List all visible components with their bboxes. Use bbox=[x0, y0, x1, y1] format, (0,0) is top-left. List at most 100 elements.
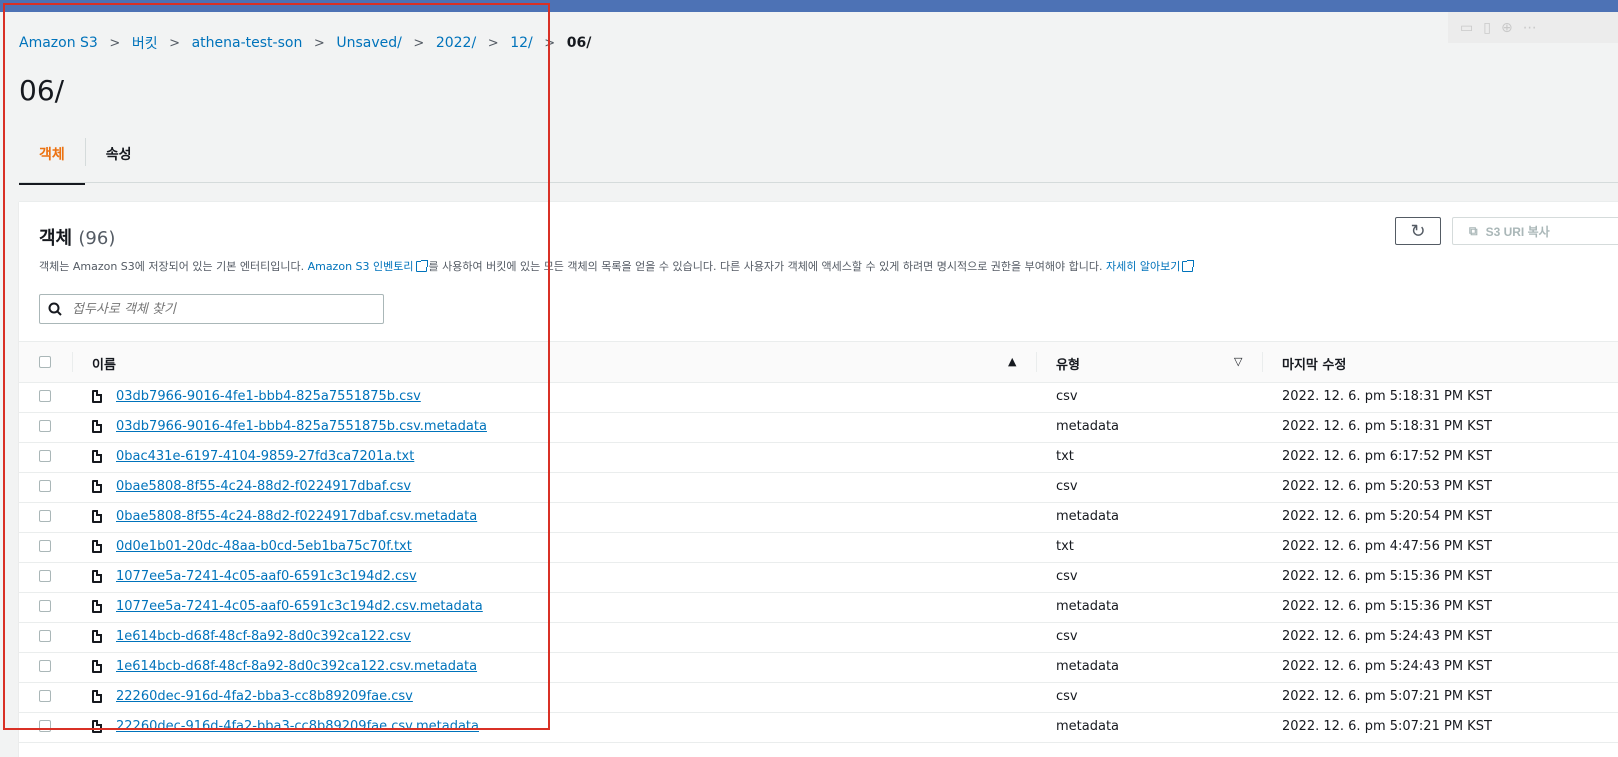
breadcrumb-2022[interactable]: 2022/ bbox=[436, 35, 476, 51]
object-name-link[interactable]: 1077ee5a-7241-4c05-aaf0-6591c3c194d2.csv bbox=[116, 569, 417, 584]
sort-descending-icon[interactable]: ▽ bbox=[1234, 355, 1242, 368]
table-header: 이름 ▲ 유형 ▽ 마지막 수정 bbox=[19, 341, 1618, 383]
tab-bar: 객체 속성 bbox=[19, 138, 152, 185]
object-name-link[interactable]: 1e614bcb-d68f-48cf-8a92-8d0c392ca122.csv bbox=[116, 629, 411, 644]
row-checkbox[interactable] bbox=[39, 450, 51, 462]
object-name-link[interactable]: 0bae5808-8f55-4c24-88d2-f0224917dbaf.csv… bbox=[116, 509, 477, 524]
object-name-link[interactable]: 1077ee5a-7241-4c05-aaf0-6591c3c194d2.csv… bbox=[116, 599, 483, 614]
object-name-link[interactable]: 03db7966-9016-4fe1-bbb4-825a7551875b.csv… bbox=[116, 419, 487, 434]
table-row[interactable]: 0d0e1b01-20dc-48aa-b0cd-5eb1ba75c70f.txt… bbox=[19, 533, 1618, 563]
objects-description: 객체는 Amazon S3에 저장되어 있는 기본 엔터티입니다. Amazon… bbox=[39, 258, 1195, 274]
sort-ascending-icon[interactable]: ▲ bbox=[1008, 355, 1016, 368]
search-input[interactable] bbox=[70, 300, 364, 318]
column-divider bbox=[1262, 352, 1263, 372]
object-last-modified: 2022. 12. 6. pm 5:18:31 PM KST bbox=[1282, 419, 1492, 434]
file-icon bbox=[92, 690, 102, 703]
row-checkbox[interactable] bbox=[39, 600, 51, 612]
row-checkbox[interactable] bbox=[39, 630, 51, 642]
table-row[interactable]: 0bae5808-8f55-4c24-88d2-f0224917dbaf.csv… bbox=[19, 503, 1618, 533]
object-type: metadata bbox=[1056, 509, 1120, 524]
column-divider bbox=[72, 352, 73, 372]
object-name-link[interactable]: 0bac431e-6197-4104-9859-27fd3ca7201a.txt bbox=[116, 449, 414, 464]
file-icon bbox=[92, 600, 102, 613]
object-last-modified: 2022. 12. 6. pm 5:15:36 PM KST bbox=[1282, 569, 1492, 584]
object-type: metadata bbox=[1056, 719, 1120, 734]
object-type: metadata bbox=[1056, 659, 1120, 674]
object-name-link[interactable]: 0bae5808-8f55-4c24-88d2-f0224917dbaf.csv bbox=[116, 479, 411, 494]
document-icon[interactable]: ▯ bbox=[1483, 20, 1491, 36]
refresh-button[interactable]: ↻ bbox=[1395, 217, 1441, 245]
object-type: csv bbox=[1056, 629, 1078, 644]
row-checkbox[interactable] bbox=[39, 540, 51, 552]
description-text-2: 를 사용하여 버킷에 있는 모든 객체의 목록을 얻을 수 있습니다. 다른 사… bbox=[428, 260, 1106, 273]
plus-circle-icon[interactable]: ⊕ bbox=[1501, 20, 1513, 36]
table-row[interactable]: 22260dec-916d-4fa2-bba3-cc8b89209fae.csv… bbox=[19, 683, 1618, 713]
objects-panel: 객체 (96) 객체는 Amazon S3에 저장되어 있는 기본 엔터티입니다… bbox=[19, 201, 1618, 757]
column-divider bbox=[1036, 352, 1037, 372]
table-row[interactable]: 0bac431e-6197-4104-9859-27fd3ca7201a.txt… bbox=[19, 443, 1618, 473]
tab-properties[interactable]: 속성 bbox=[86, 138, 152, 182]
description-text: 객체는 Amazon S3에 저장되어 있는 기본 엔터티입니다. bbox=[39, 260, 308, 273]
table-row[interactable]: 1077ee5a-7241-4c05-aaf0-6591c3c194d2.csv… bbox=[19, 563, 1618, 593]
column-header-name[interactable]: 이름 bbox=[92, 354, 116, 373]
table-row[interactable]: 22260dec-916d-4fa2-bba3-cc8b89209fae.csv… bbox=[19, 713, 1618, 743]
object-type: txt bbox=[1056, 449, 1074, 464]
column-header-modified[interactable]: 마지막 수정 bbox=[1282, 354, 1346, 373]
chevron-right-icon: > bbox=[313, 35, 325, 51]
object-type: metadata bbox=[1056, 419, 1120, 434]
breadcrumb-current: 06/ bbox=[566, 35, 592, 51]
row-checkbox[interactable] bbox=[39, 660, 51, 672]
row-checkbox[interactable] bbox=[39, 390, 51, 402]
row-checkbox[interactable] bbox=[39, 720, 51, 732]
object-last-modified: 2022. 12. 6. pm 6:17:52 PM KST bbox=[1282, 449, 1492, 464]
row-checkbox[interactable] bbox=[39, 480, 51, 492]
object-name-link[interactable]: 1e614bcb-d68f-48cf-8a92-8d0c392ca122.csv… bbox=[116, 659, 477, 674]
object-last-modified: 2022. 12. 6. pm 5:24:43 PM KST bbox=[1282, 659, 1492, 674]
object-last-modified: 2022. 12. 6. pm 5:24:43 PM KST bbox=[1282, 629, 1492, 644]
tab-objects[interactable]: 객체 bbox=[19, 138, 85, 185]
chevron-right-icon: > bbox=[544, 35, 556, 51]
search-box bbox=[39, 294, 384, 324]
select-all-checkbox[interactable] bbox=[39, 356, 51, 368]
breadcrumb-12[interactable]: 12/ bbox=[510, 35, 533, 51]
objects-table-body: 03db7966-9016-4fe1-bbb4-825a7551875b.csv… bbox=[19, 383, 1618, 743]
breadcrumb-unsaved[interactable]: Unsaved/ bbox=[336, 35, 402, 51]
breadcrumb-amazon-s3[interactable]: Amazon S3 bbox=[19, 35, 98, 51]
object-name-link[interactable]: 0d0e1b01-20dc-48aa-b0cd-5eb1ba75c70f.txt bbox=[116, 539, 412, 554]
row-checkbox[interactable] bbox=[39, 510, 51, 522]
more-icon[interactable]: ⋯ bbox=[1523, 20, 1537, 36]
row-checkbox[interactable] bbox=[39, 570, 51, 582]
file-icon bbox=[92, 720, 102, 733]
row-checkbox[interactable] bbox=[39, 690, 51, 702]
chevron-right-icon: > bbox=[169, 35, 181, 51]
breadcrumb: Amazon S3 > 버킷 > athena-test-son > Unsav… bbox=[19, 33, 591, 53]
inventory-link[interactable]: Amazon S3 인벤토리 bbox=[308, 260, 414, 273]
file-icon bbox=[92, 630, 102, 643]
object-last-modified: 2022. 12. 6. pm 5:15:36 PM KST bbox=[1282, 599, 1492, 614]
breadcrumb-bucket[interactable]: athena-test-son bbox=[192, 35, 303, 51]
object-last-modified: 2022. 12. 6. pm 4:47:56 PM KST bbox=[1282, 539, 1492, 554]
copy-s3-uri-button[interactable]: ⧉ S3 URI 복사 bbox=[1452, 217, 1618, 245]
table-row[interactable]: 1077ee5a-7241-4c05-aaf0-6591c3c194d2.csv… bbox=[19, 593, 1618, 623]
object-last-modified: 2022. 12. 6. pm 5:18:31 PM KST bbox=[1282, 389, 1492, 404]
table-row[interactable]: 1e614bcb-d68f-48cf-8a92-8d0c392ca122.csv… bbox=[19, 623, 1618, 653]
object-type: csv bbox=[1056, 389, 1078, 404]
object-name-link[interactable]: 03db7966-9016-4fe1-bbb4-825a7551875b.csv bbox=[116, 389, 421, 404]
object-name-link[interactable]: 22260dec-916d-4fa2-bba3-cc8b89209fae.csv… bbox=[116, 719, 479, 734]
external-link-icon bbox=[1182, 260, 1195, 272]
table-row[interactable]: 1e614bcb-d68f-48cf-8a92-8d0c392ca122.csv… bbox=[19, 653, 1618, 683]
file-icon bbox=[92, 510, 102, 523]
object-name-link[interactable]: 22260dec-916d-4fa2-bba3-cc8b89209fae.csv bbox=[116, 689, 413, 704]
column-header-type[interactable]: 유형 bbox=[1056, 354, 1080, 373]
table-row[interactable]: 03db7966-9016-4fe1-bbb4-825a7551875b.csv… bbox=[19, 413, 1618, 443]
row-checkbox[interactable] bbox=[39, 420, 51, 432]
file-icon bbox=[92, 390, 102, 403]
object-type: csv bbox=[1056, 479, 1078, 494]
table-row[interactable]: 0bae5808-8f55-4c24-88d2-f0224917dbaf.csv… bbox=[19, 473, 1618, 503]
chevron-right-icon: > bbox=[487, 35, 499, 51]
learn-more-link[interactable]: 자세히 알아보기 bbox=[1106, 260, 1180, 273]
comment-icon[interactable]: ▭ bbox=[1460, 20, 1473, 36]
breadcrumb-buckets[interactable]: 버킷 bbox=[132, 33, 158, 53]
table-row[interactable]: 03db7966-9016-4fe1-bbb4-825a7551875b.csv… bbox=[19, 383, 1618, 413]
tab-underline bbox=[19, 182, 1618, 183]
